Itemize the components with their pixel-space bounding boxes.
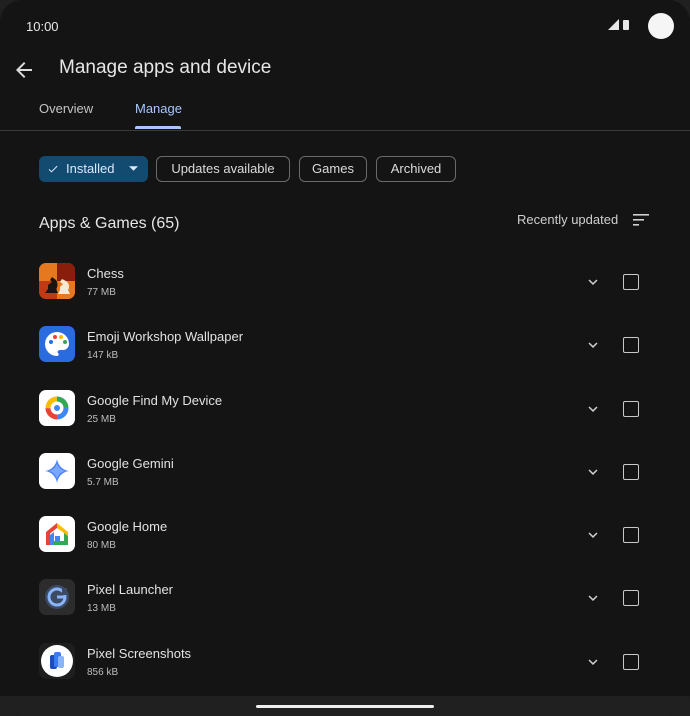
app-name: Pixel Screenshots (87, 645, 192, 661)
google-home-icon (39, 516, 75, 553)
page-title: Manage apps and device (59, 57, 272, 78)
app-row-google-gemini[interactable]: Google Gemini 5.7 MB (0, 440, 690, 503)
app-name: Google Gemini (87, 455, 174, 471)
app-size: 856 kB (87, 666, 119, 678)
gemini-icon (39, 452, 75, 489)
app-row-pixel-launcher[interactable]: Pixel Launcher 13 MB (0, 566, 690, 629)
app-name: Emoji Workshop Wallpaper (87, 329, 244, 345)
filter-chip-archived[interactable]: Archived (376, 156, 456, 182)
emoji-workshop-icon (39, 326, 75, 363)
filter-chip-games[interactable]: Games (299, 156, 367, 182)
section-title: Apps & Games (65) (39, 215, 180, 232)
app-name: Pixel Launcher (87, 582, 173, 598)
filter-chip-updates-available[interactable]: Updates available (156, 156, 290, 182)
navigation-bar (0, 696, 690, 716)
app-size: 13 MB (87, 603, 116, 615)
dropdown-caret-icon (129, 166, 138, 171)
chess-icon (39, 263, 75, 299)
expand-chevron-icon[interactable] (584, 463, 602, 481)
device-screen: 10:00 Manage apps and device Overview Ma… (0, 0, 690, 716)
expand-chevron-icon[interactable] (584, 653, 602, 671)
tab-bar: Overview Manage (0, 92, 690, 131)
expand-chevron-icon[interactable] (584, 589, 602, 607)
app-row-emoji-workshop-wallpaper[interactable]: Emoji Workshop Wallpaper 147 kB (0, 313, 690, 376)
check-icon (48, 165, 58, 173)
app-name: Chess (87, 266, 124, 281)
app-size: 80 MB (87, 540, 116, 552)
pixel-launcher-icon (39, 579, 75, 616)
app-size: 147 kB (87, 350, 119, 362)
app-size: 5.7 MB (87, 476, 119, 488)
expand-chevron-icon[interactable] (584, 400, 602, 418)
back-arrow-icon[interactable] (12, 58, 36, 82)
sort-label[interactable]: Recently updated (517, 212, 618, 227)
app-bar: Manage apps and device (0, 50, 690, 90)
app-row-google-find-my-device[interactable]: Google Find My Device 25 MB (0, 377, 690, 440)
filter-chip-installed[interactable]: Installed (39, 156, 148, 182)
tab-overview[interactable]: Overview (39, 101, 93, 116)
app-size: 25 MB (87, 413, 116, 425)
status-bar: 10:00 (0, 0, 690, 50)
app-name: Google Find My Device (87, 392, 223, 408)
camera-cutout (648, 13, 674, 39)
app-name: Google Home (87, 519, 168, 535)
app-row-chess[interactable]: Chess 77 MB (0, 250, 690, 313)
find-my-device-icon (39, 389, 75, 426)
select-checkbox[interactable] (623, 337, 639, 354)
pixel-screenshots-icon (39, 642, 75, 679)
app-row-pixel-screenshots[interactable]: Pixel Screenshots 856 kB (0, 630, 690, 693)
tab-manage[interactable]: Manage (135, 101, 182, 116)
expand-chevron-icon[interactable] (584, 336, 602, 354)
select-checkbox[interactable] (623, 463, 639, 480)
active-tab-indicator (135, 126, 181, 129)
select-checkbox[interactable] (623, 653, 639, 670)
app-size: 77 MB (87, 287, 116, 298)
expand-chevron-icon[interactable] (584, 526, 602, 544)
select-checkbox[interactable] (623, 590, 639, 607)
app-list: Chess 77 MB Emoji Workshop Wallpaper 147… (0, 250, 690, 693)
signal-battery-icon (608, 19, 629, 30)
app-row-google-home[interactable]: Google Home 80 MB (0, 503, 690, 566)
sort-icon[interactable] (632, 213, 650, 227)
status-time: 10:00 (26, 19, 59, 34)
select-checkbox[interactable] (623, 400, 639, 417)
expand-chevron-icon[interactable] (584, 273, 602, 291)
select-checkbox[interactable] (623, 527, 639, 544)
gesture-handle[interactable] (256, 705, 434, 708)
select-checkbox[interactable] (623, 274, 639, 290)
filter-chip-label: Installed (66, 161, 115, 176)
